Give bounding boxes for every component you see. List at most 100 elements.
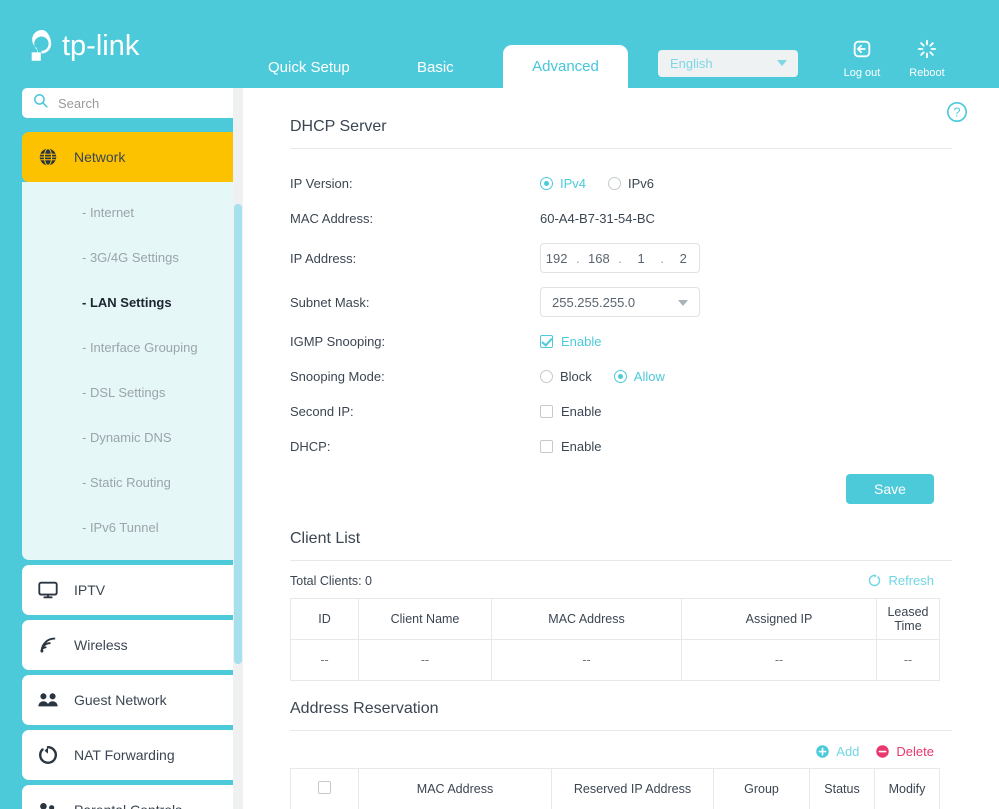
table-row: -- -- -- -- -- [290, 639, 940, 681]
help-icon[interactable]: ? [946, 101, 968, 128]
second-ip-enable-checkbox[interactable]: Enable [540, 404, 601, 419]
sidebar-subitem-3g4g-settings[interactable]: - 3G/4G Settings [22, 235, 243, 280]
radio-ipv4-label: IPv4 [560, 176, 587, 191]
refresh-icon [869, 573, 881, 587]
sidebar-item-network[interactable]: Network [22, 132, 243, 182]
igmp-enable-label: Enable [561, 334, 602, 349]
ip-separator: . [618, 250, 622, 266]
logout-label: Log out [843, 67, 881, 79]
tab-advanced[interactable]: Advanced [503, 45, 628, 90]
igmp-snooping-label: IGMP Snooping: [290, 334, 386, 349]
refresh-label: Refresh [888, 573, 934, 588]
sidebar-scrollbar-thumb[interactable] [234, 204, 242, 664]
logout-button[interactable]: Log out [836, 38, 888, 79]
logout-icon [853, 40, 871, 58]
ip-octet-3[interactable]: 1 [629, 251, 653, 266]
monitor-icon [22, 579, 74, 601]
sidebar-item-label: Network [74, 149, 126, 165]
reboot-icon [917, 39, 937, 59]
divider [290, 560, 952, 561]
col-modify: Modify [874, 768, 940, 809]
ip-address-label: IP Address: [290, 250, 357, 266]
ip-separator: . [575, 250, 580, 266]
page-header: tp-link Quick Setup Basic Advanced Engli… [0, 0, 999, 90]
sidebar-item-iptv[interactable]: IPTV [22, 565, 243, 615]
cell-mac-address: -- [491, 639, 682, 681]
sidebar-item-wireless[interactable]: Wireless [22, 620, 243, 670]
users-icon [22, 689, 74, 711]
checkbox-icon [540, 405, 553, 418]
igmp-enable-checkbox[interactable]: Enable [540, 334, 601, 349]
sidebar-item-nat-forwarding[interactable]: NAT Forwarding [22, 730, 243, 780]
dhcp-form: IP Version: IPv4 IPv6 MAC Address: 60-A4… [243, 166, 999, 464]
checkbox-icon [540, 335, 553, 348]
cell-assigned-ip: -- [681, 639, 877, 681]
snooping-mode-label: Snooping Mode: [290, 369, 385, 384]
add-button[interactable]: Add [815, 744, 859, 759]
tab-basic[interactable]: Basic [417, 59, 454, 76]
sidebar-subitem-static-routing[interactable]: - Static Routing [22, 460, 243, 505]
svg-text:?: ? [953, 105, 960, 120]
sidebar-subitem-internet[interactable]: - Internet [22, 190, 243, 235]
radio-ipv6-label: IPv6 [628, 176, 655, 191]
save-button[interactable]: Save [846, 474, 934, 504]
dhcp-server-title: DHCP Server [290, 118, 387, 135]
total-clients-text: Total Clients: 0 [290, 573, 372, 588]
language-value: English [670, 56, 713, 71]
tab-quick-setup[interactable]: Quick Setup [268, 59, 350, 76]
radio-snooping-allow[interactable]: Allow [613, 369, 665, 384]
svg-text:tp-link: tp-link [62, 30, 140, 62]
sidebar-subitem-dsl-settings[interactable]: - DSL Settings [22, 370, 243, 415]
col-mac-address: MAC Address [491, 598, 682, 640]
ip-octet-4[interactable]: 2 [671, 251, 695, 266]
subnet-mask-select[interactable]: 255.255.255.0 [540, 287, 700, 317]
tab-advanced-label: Advanced [532, 58, 599, 75]
radio-dot-icon [613, 370, 627, 383]
second-ip-label: Second IP: [290, 404, 354, 419]
radio-snooping-block[interactable]: Block [540, 369, 592, 384]
reboot-button[interactable]: Reboot [901, 38, 953, 79]
sidebar-item-parental-controls[interactable]: Parental Controls [22, 785, 243, 809]
refresh-button[interactable]: Refresh [867, 573, 934, 588]
main-content: ? DHCP Server IP Version: IPv4 IPv6 MAC … [243, 88, 999, 809]
radio-ipv4[interactable]: IPv4 [540, 176, 586, 191]
search-box[interactable] [22, 88, 243, 118]
row-ip-address: IP Address: 192 . 168 . 1 . 2 [290, 236, 999, 280]
row-igmp-snooping: IGMP Snooping: Enable [290, 324, 999, 359]
dhcp-label: DHCP: [290, 439, 331, 454]
sidebar-item-label: Wireless [74, 637, 128, 653]
ip-octet-1[interactable]: 192 [545, 251, 569, 266]
add-label: Add [836, 744, 860, 759]
radio-allow-label: Allow [633, 369, 665, 384]
divider [290, 730, 952, 731]
subnet-mask-value: 255.255.255.0 [552, 294, 636, 310]
reboot-label: Reboot [909, 67, 945, 79]
row-dhcp: DHCP: Enable [290, 429, 999, 464]
sidebar-subitem-interface-grouping[interactable]: - Interface Grouping [22, 325, 243, 370]
client-list-table: ID Client Name MAC Address Assigned IP L… [290, 598, 940, 681]
select-all-checkbox[interactable] [318, 781, 331, 794]
subnet-mask-label: Subnet Mask: [290, 294, 370, 310]
radio-dot-icon [608, 177, 622, 190]
ip-separator: . [660, 250, 664, 266]
sidebar-submenu-network: - Internet - 3G/4G Settings - LAN Settin… [22, 182, 243, 560]
row-ip-version: IP Version: IPv4 IPv6 [290, 166, 999, 201]
sidebar-subitem-ipv6-tunnel[interactable]: - IPv6 Tunnel [22, 505, 243, 550]
col-mac-address: MAC Address [358, 768, 552, 809]
cell-id: -- [290, 639, 359, 681]
mac-address-label: MAC Address: [290, 211, 374, 226]
sidebar-subitem-dynamic-dns[interactable]: - Dynamic DNS [22, 415, 243, 460]
col-client-name: Client Name [358, 598, 492, 640]
ip-address-input[interactable]: 192 . 168 . 1 . 2 [540, 243, 700, 273]
sidebar-subitem-lan-settings[interactable]: - LAN Settings [22, 280, 243, 325]
radio-ipv6[interactable]: IPv6 [608, 176, 654, 191]
language-selector[interactable]: English [658, 50, 798, 77]
row-subnet-mask: Subnet Mask: 255.255.255.0 [290, 280, 999, 324]
search-input[interactable] [58, 95, 218, 111]
delete-button[interactable]: Delete [875, 744, 934, 759]
address-reservation-toolbar: Add Delete [243, 744, 999, 759]
dhcp-enable-checkbox[interactable]: Enable [540, 439, 601, 454]
ip-octet-2[interactable]: 168 [587, 251, 611, 266]
sidebar-group-network: Network - Internet - 3G/4G Settings - LA… [22, 132, 243, 560]
sidebar-item-guest-network[interactable]: Guest Network [22, 675, 243, 725]
